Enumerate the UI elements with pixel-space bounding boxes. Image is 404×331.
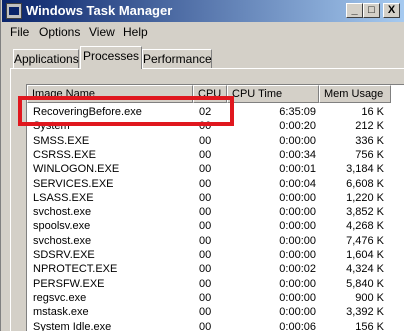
menu-help[interactable]: Help (123, 25, 148, 39)
tab-strip: Applications Processes Performance (1, 46, 404, 69)
process-cpu: 00 (199, 234, 212, 247)
process-cpu: 00 (199, 277, 212, 290)
process-mem-usage: 1,604 K (346, 249, 384, 261)
process-cpu: 00 (199, 148, 212, 161)
process-name: LSASS.EXE (33, 191, 94, 204)
process-cpu: 00 (199, 163, 212, 176)
process-cpu: 00 (199, 220, 212, 233)
process-cpu-time: 0:00:20 (279, 120, 316, 133)
process-mem-usage: 336 K (355, 134, 384, 147)
process-cpu-time: 0:00:00 (279, 306, 316, 319)
process-cpu-time: 0:00:00 (279, 249, 316, 261)
table-row[interactable]: System Idle.exe 00 0:00:06 156 K (27, 320, 404, 331)
process-cpu-time: 0:00:00 (279, 220, 316, 233)
process-cpu-time: 0:00:01 (279, 163, 316, 176)
process-mem-usage: 3,392 K (346, 306, 384, 319)
table-row[interactable]: SERVICES.EXE 00 0:00:04 6,608 K (27, 177, 404, 192)
process-name: svchost.exe (33, 206, 92, 219)
process-cpu: 00 (199, 134, 212, 147)
table-row[interactable]: mstask.exe 00 0:00:00 3,392 K (27, 305, 404, 320)
process-cpu-time: 0:00:02 (279, 263, 316, 276)
process-name: svchost.exe (33, 234, 92, 247)
table-row[interactable]: CSRSS.EXE 00 0:00:34 756 K (27, 148, 404, 163)
process-mem-usage: 212 K (355, 120, 384, 133)
process-name: PERSFW.EXE (33, 277, 105, 290)
close-button[interactable]: X (383, 3, 400, 18)
process-cpu: 00 (199, 206, 212, 219)
process-cpu-time: 0:00:00 (279, 277, 316, 290)
process-mem-usage: 7,476 K (346, 234, 384, 247)
process-name: regsvc.exe (33, 291, 87, 304)
process-mem-usage: 1,220 K (346, 191, 384, 204)
menu-bar: File Options View Help (2, 22, 404, 42)
process-mem-usage: 16 K (361, 106, 384, 118)
process-cpu-time: 0:00:34 (279, 148, 316, 161)
process-mem-usage: 156 K (355, 320, 384, 331)
tab-processes[interactable]: Processes (80, 46, 142, 69)
task-manager-icon (6, 3, 22, 19)
process-name: SERVICES.EXE (33, 177, 114, 190)
process-cpu: 00 (199, 306, 212, 319)
process-mem-usage: 4,324 K (346, 263, 384, 276)
minimize-button[interactable]: _ (346, 3, 363, 18)
col-cpu-time[interactable]: CPU Time (227, 85, 319, 103)
menu-view[interactable]: View (89, 25, 115, 39)
process-name: mstask.exe (33, 306, 89, 319)
table-row[interactable]: SDSRV.EXE 00 0:00:00 1,604 K (27, 248, 404, 263)
process-cpu-time: 0:00:06 (279, 320, 316, 331)
process-cpu-time: 0:00:00 (279, 291, 316, 304)
col-mem-usage[interactable]: Mem Usage (319, 85, 391, 103)
table-row[interactable]: SMSS.EXE 00 0:00:00 336 K (27, 134, 404, 149)
process-mem-usage: 4,268 K (346, 220, 384, 233)
process-cpu-time: 0:00:04 (279, 177, 316, 190)
process-name: SMSS.EXE (33, 134, 90, 147)
process-mem-usage: 5,840 K (346, 277, 384, 290)
menu-file[interactable]: File (10, 25, 29, 39)
process-name: WINLOGON.EXE (33, 163, 120, 176)
task-manager-window: Windows Task Manager _ □ X File Options … (0, 0, 404, 331)
process-cpu-time: 6:35:09 (279, 106, 316, 118)
process-name: CSRSS.EXE (33, 148, 96, 161)
process-cpu: 00 (199, 191, 212, 204)
table-row[interactable]: regsvc.exe 00 0:00:00 900 K (27, 291, 404, 306)
process-cpu: 00 (199, 291, 212, 304)
process-cpu-time: 0:00:00 (279, 206, 316, 219)
table-row[interactable]: WINLOGON.EXE 00 0:00:01 3,184 K (27, 162, 404, 177)
process-name: spoolsv.exe (33, 220, 91, 233)
menu-options[interactable]: Options (39, 25, 80, 39)
tab-applications[interactable]: Applications (13, 49, 79, 69)
process-cpu: 00 (199, 177, 212, 190)
table-row[interactable]: svchost.exe 00 0:00:00 7,476 K (27, 234, 404, 249)
table-row[interactable]: svchost.exe 00 0:00:00 3,852 K (27, 205, 404, 220)
table-row[interactable]: spoolsv.exe 00 0:00:00 4,268 K (27, 219, 404, 234)
process-mem-usage: 3,852 K (346, 206, 384, 219)
process-name: System Idle.exe (33, 320, 112, 331)
table-row[interactable]: PERSFW.EXE 00 0:00:00 5,840 K (27, 277, 404, 292)
process-name: SDSRV.EXE (33, 249, 95, 261)
process-mem-usage: 6,608 K (346, 177, 384, 190)
process-cpu: 00 (199, 263, 212, 276)
process-cpu-time: 0:00:00 (279, 134, 316, 147)
process-cpu-time: 0:00:00 (279, 234, 316, 247)
maximize-button[interactable]: □ (363, 3, 380, 18)
process-mem-usage: 900 K (355, 291, 384, 304)
table-row[interactable]: NPROTECT.EXE 00 0:00:02 4,324 K (27, 262, 404, 277)
process-cpu: 00 (199, 249, 212, 261)
highlight-box (18, 96, 234, 126)
window-title: Windows Task Manager (26, 3, 173, 18)
title-bar[interactable]: Windows Task Manager _ □ X (2, 0, 404, 22)
process-name: NPROTECT.EXE (33, 263, 118, 276)
process-mem-usage: 756 K (355, 148, 384, 161)
table-row[interactable]: LSASS.EXE 00 0:00:00 1,220 K (27, 191, 404, 206)
process-cpu: 00 (199, 320, 212, 331)
process-cpu-time: 0:00:00 (279, 191, 316, 204)
tab-performance[interactable]: Performance (142, 49, 212, 69)
process-mem-usage: 3,184 K (346, 163, 384, 176)
